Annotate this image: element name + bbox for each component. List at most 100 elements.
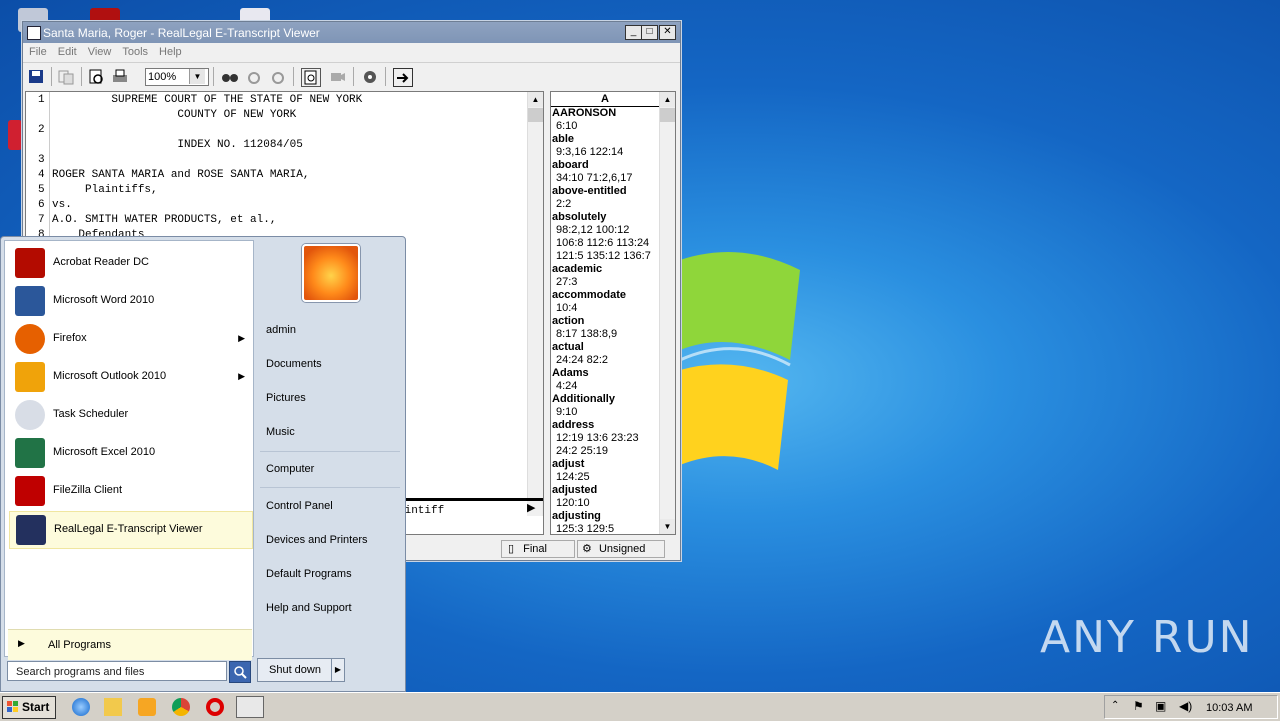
start-button[interactable]: Start xyxy=(2,696,56,719)
index-word[interactable]: aboard xyxy=(551,159,659,172)
index-word[interactable]: AARONSON xyxy=(551,107,659,120)
start-menu-program[interactable]: Acrobat Reader DC xyxy=(9,245,251,281)
start-menu-program[interactable]: RealLegal E-Transcript Viewer xyxy=(9,511,253,549)
settings-icon[interactable] xyxy=(361,68,379,85)
minimize-button[interactable]: _ xyxy=(625,25,642,40)
start-menu-program[interactable]: Microsoft Excel 2010 xyxy=(9,435,251,471)
shut-down-button[interactable]: Shut down xyxy=(257,658,333,682)
index-reference[interactable]: 12:19 13:6 23:23 xyxy=(551,432,659,445)
scroll-thumb[interactable] xyxy=(660,108,675,122)
chevron-right-icon[interactable]: ▶ xyxy=(331,658,345,682)
index-reference[interactable]: 24:2 25:19 xyxy=(551,445,659,458)
index-word[interactable]: action xyxy=(551,315,659,328)
menu-view[interactable]: View xyxy=(82,43,117,58)
word-index-pane[interactable]: A AARONSON 6:10 able 9:3,16 122:14 aboard 34:… xyxy=(550,91,676,535)
index-reference[interactable]: 9:10 xyxy=(551,406,659,419)
title-bar[interactable]: Santa Maria, Roger - RealLegal E-Transcr… xyxy=(23,22,680,43)
transcript-vscrollbar[interactable]: ▲ ▼ xyxy=(527,92,543,516)
export-icon[interactable] xyxy=(393,68,413,87)
clock-icon xyxy=(15,400,45,430)
index-word[interactable]: actual xyxy=(551,341,659,354)
start-menu-program[interactable]: Task Scheduler xyxy=(9,397,251,433)
index-reference[interactable]: 2:2 xyxy=(551,198,659,211)
find-next-icon[interactable] xyxy=(269,68,287,85)
index-word[interactable]: accommodate xyxy=(551,289,659,302)
internet-explorer-icon[interactable] xyxy=(72,698,90,716)
start-menu-link[interactable]: admin xyxy=(266,324,296,336)
start-menu-program[interactable]: FileZilla Client xyxy=(9,473,251,509)
media-player-icon[interactable] xyxy=(138,698,156,716)
index-word[interactable]: adjust xyxy=(551,458,659,471)
start-menu-program[interactable]: Microsoft Outlook 2010 ▶ xyxy=(9,359,251,395)
index-reference[interactable]: 106:8 112:6 113:24 xyxy=(551,237,659,250)
menu-file[interactable]: File xyxy=(23,43,52,58)
find-previous-icon[interactable] xyxy=(245,68,263,85)
menu-help[interactable]: Help xyxy=(153,43,187,58)
index-reference[interactable]: 4:24 xyxy=(551,380,659,393)
index-reference[interactable]: 34:10 71:2,6,17 xyxy=(551,172,659,185)
taskbar-reallegal-button[interactable] xyxy=(236,696,264,718)
scroll-up-icon[interactable]: ▲ xyxy=(660,92,675,107)
search-doc-icon[interactable] xyxy=(301,68,321,87)
all-programs-button[interactable]: ▶ All Programs xyxy=(8,629,252,660)
index-vscrollbar[interactable]: ▲ ▼ xyxy=(659,92,675,534)
scroll-right-icon[interactable]: ▶ xyxy=(527,501,542,516)
index-word[interactable]: adjusting xyxy=(551,510,659,523)
flag-icon[interactable]: ⚑ xyxy=(1133,699,1144,713)
print-icon[interactable] xyxy=(111,68,129,85)
opera-icon[interactable] xyxy=(206,698,224,716)
start-menu-program[interactable]: Microsoft Word 2010 xyxy=(9,283,251,319)
start-menu-program[interactable]: Firefox ▶ xyxy=(9,321,251,357)
index-word[interactable]: Adams xyxy=(551,367,659,380)
index-word[interactable]: above-entitled xyxy=(551,185,659,198)
start-menu-link[interactable]: Pictures xyxy=(266,392,306,404)
index-reference[interactable]: 125:3 129:5 xyxy=(551,523,659,534)
chrome-icon[interactable] xyxy=(172,698,190,716)
network-icon[interactable]: ▣ xyxy=(1155,699,1166,713)
index-reference[interactable]: 27:3 xyxy=(551,276,659,289)
scroll-thumb[interactable] xyxy=(528,108,543,122)
index-reference[interactable]: 8:17 138:8,9 xyxy=(551,328,659,341)
start-search-input[interactable]: Search programs and files xyxy=(7,661,227,681)
scroll-up-icon[interactable]: ▲ xyxy=(528,92,543,107)
index-word[interactable]: absolutely xyxy=(551,211,659,224)
clock[interactable]: 10:03 AM xyxy=(1206,702,1252,714)
find-icon[interactable] xyxy=(221,68,239,85)
index-word[interactable]: address xyxy=(551,419,659,432)
chevron-down-icon[interactable]: ▼ xyxy=(189,69,205,84)
print-preview-icon[interactable] xyxy=(87,68,105,85)
index-word[interactable]: able xyxy=(551,133,659,146)
index-reference[interactable]: 24:24 82:2 xyxy=(551,354,659,367)
close-button[interactable]: ✕ xyxy=(659,25,676,40)
index-reference[interactable]: 120:10 xyxy=(551,497,659,510)
start-menu-link[interactable]: Computer xyxy=(266,463,314,475)
menu-tools[interactable]: Tools xyxy=(116,43,153,58)
index-reference[interactable]: 10:4 xyxy=(551,302,659,315)
volume-icon[interactable]: ◀) xyxy=(1179,699,1192,713)
index-word[interactable]: Additionally xyxy=(551,393,659,406)
start-menu-link[interactable]: Documents xyxy=(266,358,322,370)
index-reference[interactable]: 98:2,12 100:12 xyxy=(551,224,659,237)
start-menu-link[interactable]: Control Panel xyxy=(266,500,333,512)
start-menu-link[interactable]: Devices and Printers xyxy=(266,534,368,546)
start-menu-link[interactable]: Music xyxy=(266,426,295,438)
video-icon[interactable] xyxy=(329,68,347,85)
index-word[interactable]: adjusted xyxy=(551,484,659,497)
tray-chevron-up-icon[interactable]: ⌃ xyxy=(1111,700,1119,711)
index-reference[interactable]: 6:10 xyxy=(551,120,659,133)
desktop-side-icon[interactable] xyxy=(8,120,22,150)
start-menu-link[interactable]: Help and Support xyxy=(266,602,352,614)
copy-icon[interactable] xyxy=(57,68,75,85)
menu-edit[interactable]: Edit xyxy=(52,43,82,58)
search-icon[interactable] xyxy=(229,661,251,683)
scroll-down-icon[interactable]: ▼ xyxy=(660,519,675,534)
index-reference[interactable]: 124:25 xyxy=(551,471,659,484)
user-avatar[interactable] xyxy=(302,244,360,302)
index-reference[interactable]: 9:3,16 122:14 xyxy=(551,146,659,159)
explorer-folder-icon[interactable] xyxy=(104,698,122,716)
index-reference[interactable]: 121:5 135:12 136:7 xyxy=(551,250,659,263)
save-icon[interactable] xyxy=(27,68,45,85)
maximize-button[interactable]: □ xyxy=(641,25,658,40)
start-menu-link[interactable]: Default Programs xyxy=(266,568,352,580)
index-word[interactable]: academic xyxy=(551,263,659,276)
